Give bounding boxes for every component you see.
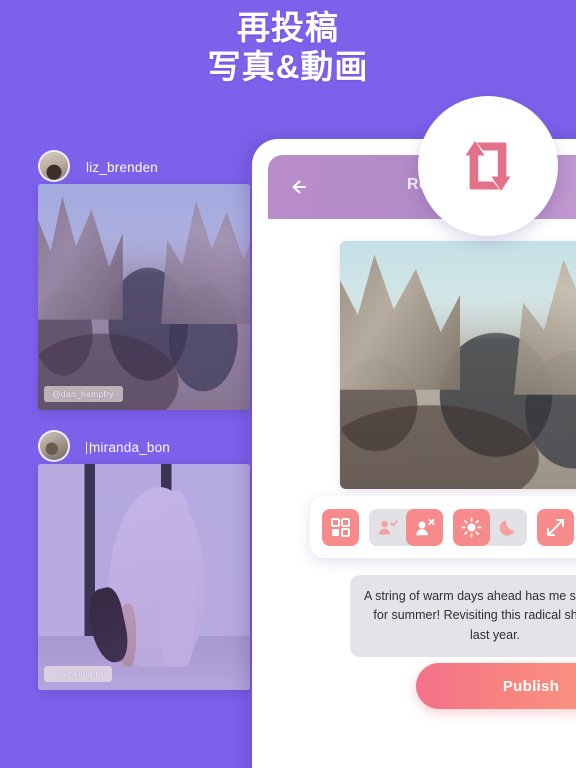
feed-item-header: miranda_bon [0,430,250,464]
repost-badge [418,96,558,236]
expand-arrows-icon[interactable] [537,508,574,546]
phone-mockup: Repost [252,139,576,768]
photo-watermark: @dan_hampfry [44,386,123,402]
feed-list: liz_brenden @dan_hampfry miranda_bon @am… [0,150,250,710]
feed-item-photo[interactable]: @amelina.m [38,464,250,690]
feed-item-photo[interactable]: @dan_hampfry [38,184,250,410]
feed-item-header: liz_brenden [0,150,250,184]
list-item[interactable]: miranda_bon @amelina.m [0,430,250,690]
feed-item-username[interactable]: miranda_bon [86,440,170,455]
attribution-group [369,508,443,546]
avatar[interactable] [38,430,70,462]
page-title-line-2: 写真&動画 [207,47,369,85]
repost-loop-icon [465,141,511,191]
user-avatar-icon [40,152,68,180]
page-title-line-1: 再投稿 [237,9,339,46]
theme-group [453,508,527,546]
caption-text[interactable]: A string of warm days ahead has me so ex… [350,575,576,658]
list-item[interactable]: liz_brenden @dan_hampfry [0,150,250,410]
user-x-icon[interactable] [406,508,443,546]
photo-tint-overlay-2 [38,464,250,690]
phone-screen: Repost [268,155,576,768]
feed-item-username-text: miranda_bon [89,439,171,455]
editor-toolbar [310,496,576,558]
feed-item-username[interactable]: liz_brenden [86,160,158,175]
grid-four-icon[interactable] [322,508,359,546]
moon-icon[interactable] [490,509,527,546]
main-photo-preview[interactable] [340,241,576,489]
publish-button[interactable]: Publish [416,663,576,709]
photo-watermark: @amelina.m [44,666,112,682]
page-title: 再投稿 写真&動画 [0,9,576,86]
sun-icon[interactable] [453,508,490,546]
avatar[interactable] [38,150,70,182]
user-check-icon[interactable] [369,509,406,546]
user-avatar-icon [40,432,68,460]
layout-group [322,508,359,546]
size-group [537,508,574,546]
hikers-mountain-photo [340,241,576,489]
photo-tint-overlay-2 [38,184,250,410]
app-screen: 再投稿 写真&動画 liz_brenden @dan_hampfry miran… [0,0,576,768]
